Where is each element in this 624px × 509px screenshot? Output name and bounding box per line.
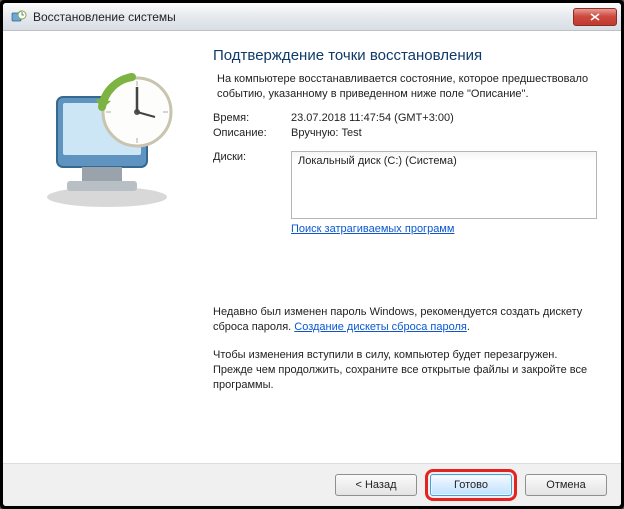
time-label: Время: <box>213 112 291 124</box>
scan-programs-link[interactable]: Поиск затрагиваемых программ <box>291 223 454 235</box>
cancel-button[interactable]: Отмена <box>525 474 607 496</box>
content-area: Подтверждение точки восстановления На ко… <box>213 47 597 455</box>
description-row: Описание: Вручную: Test <box>213 127 597 139</box>
dialog-body: Подтверждение точки восстановления На ко… <box>3 31 621 463</box>
disks-listbox[interactable]: Локальный диск (C:) (Система) <box>291 151 597 219</box>
window-title: Восстановление системы <box>33 10 573 24</box>
description-label: Описание: <box>213 127 291 139</box>
page-heading: Подтверждение точки восстановления <box>213 47 597 64</box>
restore-illustration <box>27 47 197 455</box>
disks-row: Диски: Локальный диск (C:) (Система) <box>213 151 597 219</box>
disks-label: Диски: <box>213 151 291 219</box>
restore-icon <box>11 9 27 25</box>
time-value: 23.07.2018 11:47:54 (GMT+3:00) <box>291 112 597 124</box>
intro-text: На компьютере восстанавливается состояни… <box>213 72 597 102</box>
finish-highlight: Готово <box>425 469 517 501</box>
dialog-window: Восстановление системы <box>3 3 621 506</box>
finish-button[interactable]: Готово <box>430 474 512 496</box>
back-button[interactable]: < Назад <box>335 474 417 496</box>
disk-item[interactable]: Локальный диск (C:) (Система) <box>298 155 590 167</box>
password-reset-link[interactable]: Создание дискеты сброса пароля <box>294 320 467 335</box>
description-value: Вручную: Test <box>291 127 597 139</box>
close-button[interactable] <box>573 8 617 26</box>
titlebar[interactable]: Восстановление системы <box>3 3 621 31</box>
password-note: Недавно был изменен пароль Windows, реко… <box>213 305 597 335</box>
time-row: Время: 23.07.2018 11:47:54 (GMT+3:00) <box>213 112 597 124</box>
restart-note: Чтобы изменения вступили в силу, компьют… <box>213 348 597 393</box>
close-icon <box>590 13 600 21</box>
dialog-footer: < Назад Готово Отмена <box>3 463 621 506</box>
